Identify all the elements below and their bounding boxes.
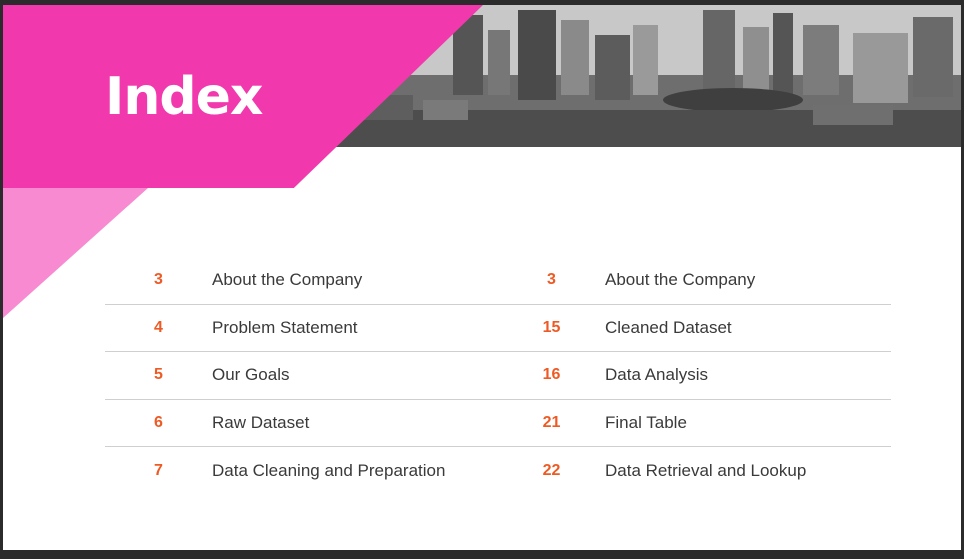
entry-title: Data Analysis [605, 365, 708, 385]
slide: Index 3 About the Company 4 Problem Stat… [3, 5, 961, 550]
page-title: Index [105, 67, 263, 127]
entry-title: Cleaned Dataset [605, 317, 732, 337]
index-row[interactable]: 3 About the Company [105, 257, 498, 305]
index-row[interactable]: 5 Our Goals [105, 352, 498, 400]
entry-title: Data Retrieval and Lookup [605, 460, 807, 480]
page-number: 3 [547, 271, 556, 289]
entry-title: About the Company [212, 270, 363, 290]
entry-title: Data Cleaning and Preparation [212, 460, 446, 480]
index-row[interactable]: 4 Problem Statement [105, 305, 498, 352]
page-number: 15 [542, 318, 561, 336]
index-row[interactable]: 6 Raw Dataset [105, 400, 498, 447]
index-row[interactable]: 22 Data Retrieval and Lookup [498, 447, 891, 495]
index-row[interactable]: 3 About the Company [498, 257, 891, 305]
index-right-column: 3 About the Company 15 Cleaned Dataset 1… [498, 257, 891, 495]
page-number: 5 [154, 366, 163, 384]
index-row[interactable]: 15 Cleaned Dataset [498, 305, 891, 352]
page-number: 21 [542, 413, 561, 431]
page-number: 4 [154, 318, 163, 336]
page-number: 22 [542, 461, 561, 479]
entry-title: Our Goals [212, 365, 290, 385]
index-left-column: 3 About the Company 4 Problem Statement … [105, 257, 498, 495]
entry-title: About the Company [605, 270, 756, 290]
page-number: 3 [154, 271, 163, 289]
entry-title: Raw Dataset [212, 412, 310, 432]
index-row[interactable]: 7 Data Cleaning and Preparation [105, 447, 498, 495]
index-row[interactable]: 16 Data Analysis [498, 352, 891, 400]
page-number: 7 [154, 461, 163, 479]
page-number: 6 [154, 413, 163, 431]
entry-title: Final Table [605, 412, 687, 432]
entry-title: Problem Statement [212, 317, 358, 337]
index-row[interactable]: 21 Final Table [498, 400, 891, 447]
page-number: 16 [542, 366, 561, 384]
